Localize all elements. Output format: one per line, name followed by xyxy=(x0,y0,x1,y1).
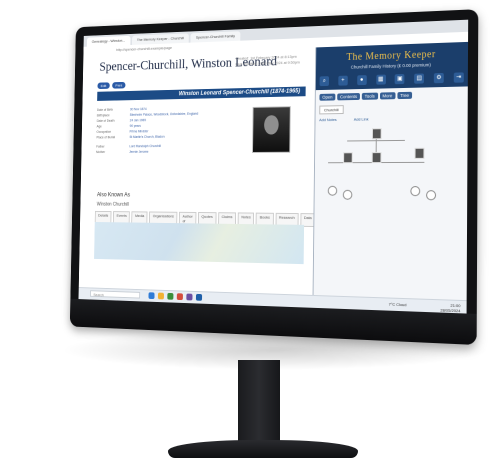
app-toolbar: ⌕ + ● ▦ ▣ ▤ ⚙ ⇥ xyxy=(319,72,464,87)
edit-button[interactable]: Edit xyxy=(97,82,110,90)
app-menu: Open Contents Tools More Tree xyxy=(319,91,412,101)
fact-value[interactable]: 30 Nov 1874 xyxy=(130,107,147,111)
chrome-icon[interactable] xyxy=(167,292,174,300)
menu-open[interactable]: Open xyxy=(319,93,336,101)
fact-label: Birthplace xyxy=(96,113,110,118)
portrait-face xyxy=(264,115,279,135)
app-header: The Memory Keeper Churchill Family Histo… xyxy=(315,41,469,91)
weather-widget[interactable]: 7°C Cloud xyxy=(389,302,407,308)
folder-icon[interactable] xyxy=(157,292,164,300)
portrait-photo[interactable] xyxy=(252,106,291,153)
aka-value: Winston Churchill xyxy=(96,201,130,208)
system-clock[interactable]: 21:00 28/05/2024 xyxy=(440,302,460,314)
monitor-screen: Genealogy - Winston... The Memory Keeper… xyxy=(78,19,469,314)
link-row: Add Notes Add Link xyxy=(319,117,368,123)
tree-control[interactable] xyxy=(410,186,421,197)
fact-label: Age xyxy=(96,124,102,129)
document-icon[interactable]: ▤ xyxy=(414,73,425,84)
fact-value[interactable]: 24 Jan 1965 xyxy=(130,118,146,122)
page-actions: Edit Print xyxy=(97,81,126,90)
search-icon[interactable]: ⌕ xyxy=(319,76,330,87)
tree-node[interactable] xyxy=(371,152,382,164)
map-view[interactable] xyxy=(94,221,305,265)
app-icon[interactable] xyxy=(176,293,183,301)
menu-contents[interactable]: Contents xyxy=(337,92,360,101)
fact-value: 90 years xyxy=(129,123,141,128)
taskbar-search[interactable]: Search xyxy=(90,290,141,299)
fact-label: Date of Death xyxy=(96,118,115,123)
fact-label: Place of Burial xyxy=(96,135,116,140)
print-button[interactable]: Print xyxy=(112,81,126,89)
fact-label: Occupation xyxy=(96,129,112,134)
gear-icon[interactable]: ⚙ xyxy=(433,72,444,84)
calendar-icon[interactable]: ▦ xyxy=(375,74,386,85)
app-icon[interactable] xyxy=(186,293,193,301)
fact-label: Father xyxy=(96,144,105,149)
fact-label: Date of Birth xyxy=(96,107,113,112)
memory-keeper-panel: The Memory Keeper Churchill Family Histo… xyxy=(312,41,469,302)
profile-page: Spencer-Churchill, Winston Leonard Creat… xyxy=(78,47,316,296)
monitor-stand-base xyxy=(168,440,358,458)
fact-value[interactable]: Jennie Jerome xyxy=(129,150,148,154)
add-icon[interactable]: + xyxy=(338,75,348,86)
monitor: Genealogy - Winston... The Memory Keeper… xyxy=(0,0,498,476)
menu-tree[interactable]: Tree xyxy=(397,91,412,100)
person-banner: Winston Leonard Spencer-Churchill (1874-… xyxy=(97,86,306,101)
monitor-stand-neck xyxy=(238,360,280,450)
tree-control[interactable] xyxy=(327,185,338,196)
tree-control[interactable] xyxy=(342,189,353,200)
tree-node[interactable] xyxy=(371,128,382,140)
fact-value[interactable]: St Martin's Church, Bladon xyxy=(129,135,164,139)
add-link-link[interactable]: Add Link xyxy=(354,117,369,122)
tree-node[interactable] xyxy=(414,147,425,159)
fact-value[interactable]: Blenheim Palace, Woodstock, Oxfordshire,… xyxy=(130,112,198,117)
address-text: http://spencer-churchill.example/page xyxy=(116,45,172,52)
menu-tools[interactable]: Tools xyxy=(361,92,378,100)
person-icon[interactable]: ● xyxy=(356,75,367,86)
app-icon[interactable] xyxy=(195,293,203,301)
fact-label: Mother xyxy=(96,150,106,154)
family-tree xyxy=(314,125,468,301)
fact-value[interactable]: Lord Randolph Churchill xyxy=(129,144,161,148)
taskbar-apps xyxy=(148,292,203,301)
modified-date: Last modified: 28th May 2024 at 9:50pm xyxy=(235,59,300,67)
fact-value: Prime Minister xyxy=(129,129,149,134)
monitor-bezel: Genealogy - Winston... The Memory Keeper… xyxy=(69,9,479,345)
image-icon[interactable]: ▣ xyxy=(394,74,405,85)
family-filter-select[interactable]: Churchill xyxy=(319,105,344,115)
tree-node[interactable] xyxy=(343,152,353,164)
add-notes-link[interactable]: Add Notes xyxy=(319,117,337,122)
aka-heading: Also Known As xyxy=(96,192,131,199)
tree-control[interactable] xyxy=(426,190,437,201)
created-info: Created: 1st February 2024 at 8:13pm Las… xyxy=(235,54,300,68)
menu-more[interactable]: More xyxy=(379,92,396,100)
edge-icon[interactable] xyxy=(148,292,155,300)
logout-icon[interactable]: ⇥ xyxy=(453,72,464,83)
